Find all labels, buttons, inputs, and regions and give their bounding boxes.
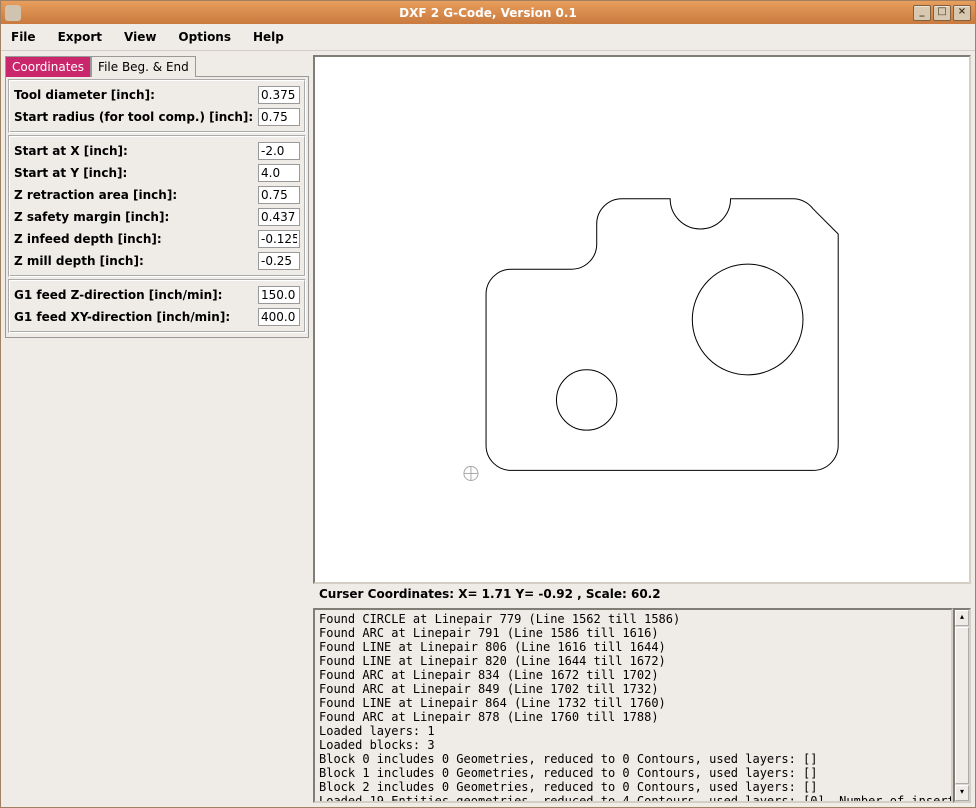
start-x-input[interactable]	[258, 142, 300, 160]
start-y-input[interactable]	[258, 164, 300, 182]
scroll-thumb[interactable]	[955, 627, 969, 784]
z-mill-label: Z mill depth [inch]:	[14, 254, 144, 268]
start-radius-label: Start radius (for tool comp.) [inch]:	[14, 110, 253, 124]
tool-diameter-label: Tool diameter [inch]:	[14, 88, 155, 102]
left-panel: Coordinates File Beg. & End Tool diamete…	[5, 55, 309, 803]
log-scrollbar[interactable]: ▴ ▾	[953, 608, 971, 803]
content-area: Coordinates File Beg. & End Tool diamete…	[1, 51, 975, 807]
menu-file[interactable]: File	[11, 30, 36, 44]
maximize-button[interactable]: □	[933, 5, 951, 21]
menu-options[interactable]: Options	[178, 30, 231, 44]
log-area: Found CIRCLE at Linepair 779 (Line 1562 …	[313, 608, 971, 803]
z-safety-input[interactable]	[258, 208, 300, 226]
drawing-canvas[interactable]	[313, 55, 971, 584]
scroll-down-button[interactable]: ▾	[955, 785, 969, 801]
g1-z-label: G1 feed Z-direction [inch/min]:	[14, 288, 222, 302]
tab-body: Tool diameter [inch]: Start radius (for …	[5, 76, 309, 338]
app-icon	[5, 5, 21, 21]
window-title: DXF 2 G-Code, Version 0.1	[1, 6, 975, 20]
log-text[interactable]: Found CIRCLE at Linepair 779 (Line 1562 …	[313, 608, 953, 803]
z-safety-label: Z safety margin [inch]:	[14, 210, 169, 224]
app-window: DXF 2 G-Code, Version 0.1 _ □ × File Exp…	[0, 0, 976, 808]
close-button[interactable]: ×	[953, 5, 971, 21]
minimize-button[interactable]: _	[913, 5, 931, 21]
z-infeed-input[interactable]	[258, 230, 300, 248]
cursor-coordinates: Curser Coordinates: X= 1.71 Y= -0.92 , S…	[313, 584, 971, 604]
window-controls: _ □ ×	[913, 5, 971, 21]
titlebar[interactable]: DXF 2 G-Code, Version 0.1 _ □ ×	[1, 1, 975, 24]
param-group-position: Start at X [inch]: Start at Y [inch]: Z …	[8, 135, 306, 277]
start-x-label: Start at X [inch]:	[14, 144, 128, 158]
z-retraction-input[interactable]	[258, 186, 300, 204]
scroll-up-button[interactable]: ▴	[955, 610, 969, 626]
g1-xy-input[interactable]	[258, 308, 300, 326]
menu-export[interactable]: Export	[58, 30, 102, 44]
right-panel: Curser Coordinates: X= 1.71 Y= -0.92 , S…	[313, 55, 971, 803]
z-retraction-label: Z retraction area [inch]:	[14, 188, 177, 202]
g1-xy-label: G1 feed XY-direction [inch/min]:	[14, 310, 230, 324]
tab-file-beg-end[interactable]: File Beg. & End	[91, 56, 196, 77]
menu-view[interactable]: View	[124, 30, 156, 44]
tab-bar: Coordinates File Beg. & End	[5, 55, 309, 76]
tab-coordinates[interactable]: Coordinates	[5, 56, 91, 77]
dxf-drawing	[315, 57, 969, 582]
menubar: File Export View Options Help	[1, 24, 975, 51]
start-y-label: Start at Y [inch]:	[14, 166, 127, 180]
z-mill-input[interactable]	[258, 252, 300, 270]
param-group-tool: Tool diameter [inch]: Start radius (for …	[8, 79, 306, 133]
start-radius-input[interactable]	[258, 108, 300, 126]
z-infeed-label: Z infeed depth [inch]:	[14, 232, 162, 246]
g1-z-input[interactable]	[258, 286, 300, 304]
menu-help[interactable]: Help	[253, 30, 284, 44]
tool-diameter-input[interactable]	[258, 86, 300, 104]
param-group-feed: G1 feed Z-direction [inch/min]: G1 feed …	[8, 279, 306, 333]
